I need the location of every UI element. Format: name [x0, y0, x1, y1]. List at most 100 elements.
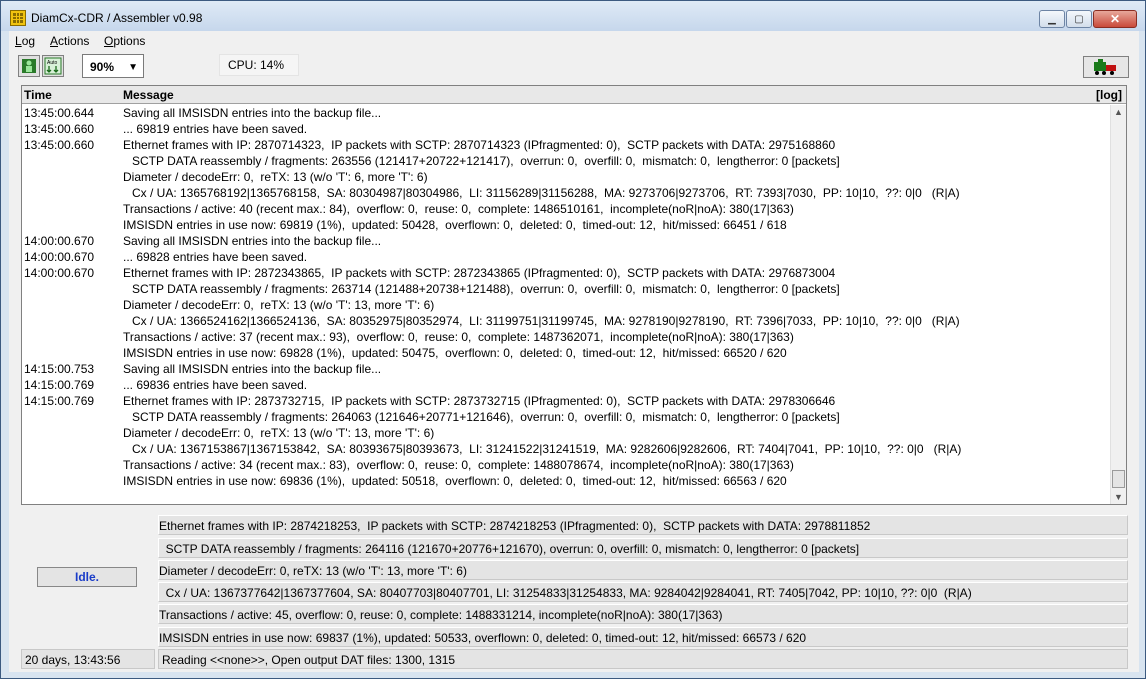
log-row[interactable]: 14:00:00.670 Saving all IMSISDN entries i… [22, 233, 1110, 249]
toolbar: Auto 90% ▼ CPU: 14% [9, 52, 1139, 82]
log-row[interactable]: Diameter / decodeErr: 0, reTX: 13 (w/o '… [22, 169, 1110, 185]
svg-text:Auto: Auto [47, 60, 58, 66]
log-row[interactable]: Cx / UA: 1367153867|1367153842, SA: 8039… [22, 441, 1110, 457]
log-row[interactable]: 14:15:00.753 Saving all IMSISDN entries i… [22, 361, 1110, 377]
log-time: 14:00:00.670 [24, 266, 95, 280]
auto-scroll-button[interactable]: Auto [42, 55, 64, 77]
log-row[interactable]: Transactions / active: 34 (recent max.: … [22, 457, 1110, 473]
log-message: IMSISDN entries in use now: 69836 (1%), … [123, 474, 787, 488]
log-row[interactable]: 14:00:00.670 ... 69828 entries have been … [22, 249, 1110, 265]
log-message: IMSISDN entries in use now: 69828 (1%), … [123, 346, 787, 360]
log-header: Time Message [log] [22, 86, 1126, 104]
close-icon: ✕ [1109, 12, 1121, 26]
log-row[interactable]: 14:00:00.670 Ethernet frames with IP: 287… [22, 265, 1110, 281]
status-area: Idle. Ethernet frames with IP: 287421825… [9, 509, 1139, 672]
log-time: 13:45:00.644 [24, 106, 95, 120]
log-row[interactable]: 14:15:00.769 ... 69836 entries have been … [22, 377, 1110, 393]
log-message: ... 69836 entries have been saved. [123, 378, 308, 392]
log-message: Ethernet frames with IP: 2872343865, IP … [123, 266, 836, 280]
log-toggle[interactable]: [log] [1096, 88, 1122, 102]
log-message: Cx / UA: 1366524162|1366524136, SA: 8035… [132, 314, 960, 328]
log-message: SCTP DATA reassembly / fragments: 263714… [132, 282, 840, 296]
log-row[interactable]: 14:15:00.769 Ethernet frames with IP: 287… [22, 393, 1110, 409]
log-message: SCTP DATA reassembly / fragments: 263556… [132, 154, 840, 168]
log-time: 13:45:00.660 [24, 122, 95, 136]
stat-sctp: SCTP DATA reassembly / fragments: 264116… [158, 538, 1128, 558]
log-row[interactable]: 13:45:00.660 ... 69819 entries have been … [22, 121, 1110, 137]
log-message: Diameter / decodeErr: 0, reTX: 13 (w/o '… [123, 298, 435, 312]
log-message: Cx / UA: 1367153867|1367153842, SA: 8039… [132, 442, 962, 456]
log-time: 14:00:00.670 [24, 234, 95, 248]
log-row[interactable]: Diameter / decodeErr: 0, reTX: 13 (w/o '… [22, 425, 1110, 441]
log-row[interactable]: Transactions / active: 37 (recent max.: … [22, 329, 1110, 345]
log-row[interactable]: Cx / UA: 1365768192|1365768158, SA: 8030… [22, 185, 1110, 201]
log-time: 14:00:00.670 [24, 250, 95, 264]
cpu-usage: CPU: 14% [219, 54, 299, 76]
menu-actions[interactable]: Actions [50, 34, 89, 48]
log-row[interactable]: 13:45:00.644 Saving all IMSISDN entries i… [22, 105, 1110, 121]
main-window: DiamCx-CDR / Assembler v0.98 ▁ ▢ ✕ Log A… [0, 0, 1146, 679]
chevron-down-icon[interactable]: ▼ [128, 62, 138, 73]
log-list[interactable]: 13:45:00.644 Saving all IMSISDN entries i… [22, 105, 1110, 505]
window-title: DiamCx-CDR / Assembler v0.98 [31, 11, 203, 25]
auto-download-icon: Auto [44, 57, 62, 75]
column-header-message[interactable]: Message [123, 88, 174, 102]
log-row[interactable]: SCTP DATA reassembly / fragments: 263714… [22, 281, 1110, 297]
log-message: ... 69828 entries have been saved. [123, 250, 308, 264]
window-controls: ▁ ▢ ✕ [1038, 10, 1137, 28]
scrollbar-thumb[interactable] [1112, 470, 1125, 488]
log-message: ... 69819 entries have been saved. [123, 122, 308, 136]
menu-bar: Log Actions Options [9, 31, 1139, 51]
menu-options[interactable]: Options [104, 34, 145, 48]
minimize-icon: ▁ [1048, 13, 1056, 25]
stat-cx: Cx / UA: 1367377642|1367377604, SA: 8040… [158, 582, 1128, 602]
log-panel: Time Message [log] 13:45:00.644 Saving al… [21, 85, 1127, 505]
log-row[interactable]: Cx / UA: 1366524162|1366524136, SA: 8035… [22, 313, 1110, 329]
stat-ethernet: Ethernet frames with IP: 2874218253, IP … [158, 515, 1128, 535]
app-icon[interactable] [10, 10, 26, 26]
reading-status: Reading <<none>>, Open output DAT files:… [158, 649, 1128, 669]
zoom-value: 90% [90, 60, 115, 74]
log-message: Transactions / active: 34 (recent max.: … [123, 458, 794, 472]
log-message: Cx / UA: 1365768192|1365768158, SA: 8030… [132, 186, 960, 200]
minimize-button[interactable]: ▁ [1039, 10, 1065, 28]
log-message: Saving all IMSISDN entries into the back… [123, 106, 382, 120]
log-message: Saving all IMSISDN entries into the back… [123, 234, 382, 248]
maximize-icon: ▢ [1074, 13, 1084, 25]
start-capture-button[interactable] [18, 55, 40, 77]
title-bar[interactable]: DiamCx-CDR / Assembler v0.98 ▁ ▢ ✕ [1, 1, 1145, 31]
log-row[interactable]: 13:45:00.660 Ethernet frames with IP: 287… [22, 137, 1110, 153]
log-message: Transactions / active: 40 (recent max.: … [123, 202, 794, 216]
train-status-button[interactable] [1083, 56, 1129, 78]
log-row[interactable]: IMSISDN entries in use now: 69828 (1%), … [22, 345, 1110, 361]
log-message: SCTP DATA reassembly / fragments: 264063… [132, 410, 840, 424]
log-message: Transactions / active: 37 (recent max.: … [123, 330, 794, 344]
idle-indicator: Idle. [37, 567, 137, 587]
log-message: Ethernet frames with IP: 2873732715, IP … [123, 394, 836, 408]
maximize-button[interactable]: ▢ [1066, 10, 1092, 28]
person-green-icon [22, 59, 36, 73]
log-message: Saving all IMSISDN entries into the back… [123, 362, 382, 376]
log-row[interactable]: IMSISDN entries in use now: 69836 (1%), … [22, 473, 1110, 489]
vertical-scrollbar[interactable]: ▲ ▼ [1110, 105, 1126, 504]
log-message: Diameter / decodeErr: 0, reTX: 13 (w/o '… [123, 426, 435, 440]
log-time: 14:15:00.769 [24, 378, 95, 392]
scroll-up-icon[interactable]: ▲ [1114, 107, 1123, 117]
log-row[interactable]: Transactions / active: 40 (recent max.: … [22, 201, 1110, 217]
log-message: Ethernet frames with IP: 2870714323, IP … [123, 138, 836, 152]
scroll-down-icon[interactable]: ▼ [1114, 492, 1123, 502]
menu-log[interactable]: Log [15, 34, 35, 48]
zoom-select[interactable]: 90% ▼ [82, 54, 144, 78]
log-time: 13:45:00.660 [24, 138, 95, 152]
column-header-time[interactable]: Time [24, 88, 52, 102]
log-row[interactable]: Diameter / decodeErr: 0, reTX: 13 (w/o '… [22, 297, 1110, 313]
log-message: IMSISDN entries in use now: 69819 (1%), … [123, 218, 787, 232]
log-row[interactable]: SCTP DATA reassembly / fragments: 264063… [22, 409, 1110, 425]
uptime: 20 days, 13:43:56 [21, 649, 155, 669]
stat-diameter: Diameter / decodeErr: 0, reTX: 13 (w/o '… [158, 560, 1128, 580]
log-row[interactable]: IMSISDN entries in use now: 69819 (1%), … [22, 217, 1110, 233]
log-row[interactable]: SCTP DATA reassembly / fragments: 263556… [22, 153, 1110, 169]
log-time: 14:15:00.769 [24, 394, 95, 408]
train-icon [1094, 59, 1116, 75]
close-button[interactable]: ✕ [1093, 10, 1137, 28]
